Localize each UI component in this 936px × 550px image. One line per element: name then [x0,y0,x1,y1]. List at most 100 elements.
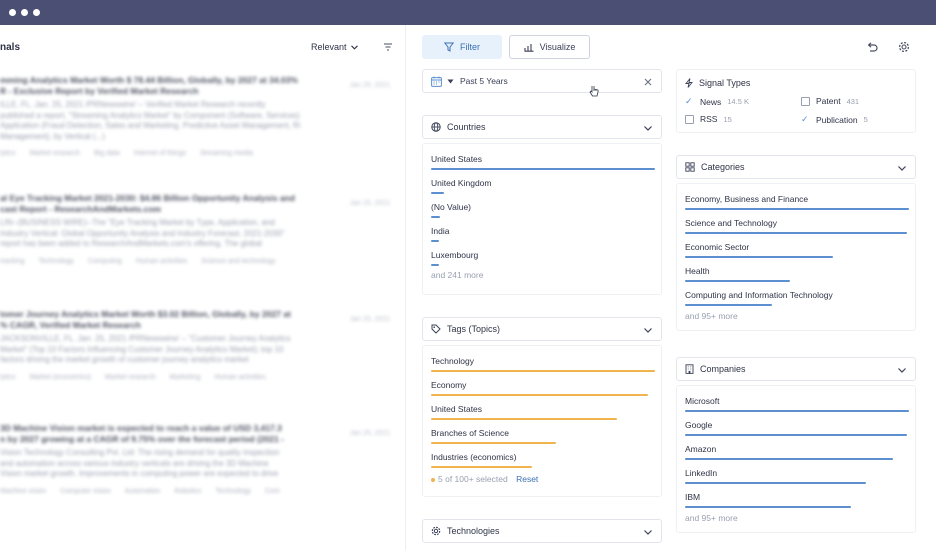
company-bar [685,410,909,412]
category-item[interactable]: Economy, Business and Finance [685,194,808,204]
results-title: nals [0,42,21,53]
checkmark-icon[interactable]: ✓ [801,114,810,125]
result-snippet: factors driving the market growth of cus… [0,355,249,364]
technologies-header[interactable]: Technologies [422,519,662,543]
tag-item[interactable]: United States [431,404,482,414]
category-bar [685,232,907,234]
result-title[interactable]: mming Analytics Market Worth $ 78.44 Bil… [0,75,300,86]
result-card[interactable]: tomer Journey Analytics Market Worth $3.… [0,309,400,381]
category-item[interactable]: Health [685,266,710,276]
window-minimize-dot[interactable] [21,9,28,16]
countries-header[interactable]: Countries [422,115,662,139]
undo-icon[interactable] [866,41,878,53]
result-tag[interactable]: Market research [105,374,156,381]
result-tags: lytics Market (economics) Market researc… [0,374,400,381]
result-title-line[interactable]: R - Exclusive Report by Verified Market … [0,86,300,97]
companies-header[interactable]: Companies [676,357,916,381]
company-item[interactable]: Google [685,420,712,430]
signal-type-publication[interactable]: ✓ Publication 5 [801,114,868,125]
result-tags: tracking Technology Computing Human acti… [0,258,400,265]
result-tag[interactable]: Big data [94,150,120,157]
visualize-button[interactable]: Visualize [509,35,590,59]
result-tag[interactable]: lytics [0,150,16,157]
window-close-dot[interactable] [9,9,16,16]
company-item[interactable]: LinkedIn [685,468,717,478]
result-title[interactable]: tomer Journey Analytics Market Worth $3.… [0,309,300,320]
window-maximize-dot[interactable] [33,9,40,16]
result-snippet: Vision market growth. Improvements in co… [0,469,279,478]
checkbox-empty-icon[interactable] [685,114,694,124]
result-tag[interactable]: Market research [30,150,81,157]
sort-dropdown[interactable]: Relevant [311,42,358,52]
chevron-down-icon [898,166,906,171]
caret-down-icon [447,79,454,83]
checkbox-empty-icon[interactable] [801,96,810,106]
country-item[interactable]: India [431,226,449,236]
country-item[interactable]: Luxembourg [431,250,478,260]
result-tag[interactable]: Streaming media [200,150,253,157]
result-tag[interactable]: Computing [88,258,122,265]
result-card[interactable]: 3D Machine Vision market is expected to … [0,423,400,495]
result-tag[interactable]: Science and technology [201,258,275,265]
result-tag[interactable]: Computer vision [60,488,111,495]
result-tag[interactable]: Machine vision [0,488,46,495]
result-title-line[interactable]: n by 2027 growing at a CAGR of 9.75% ove… [0,434,300,445]
result-title[interactable]: 3D Machine Vision market is expected to … [0,423,300,434]
tag-item[interactable]: Branches of Science [431,428,509,438]
tags-header[interactable]: Tags (Topics) [422,317,662,341]
result-tag[interactable]: Com [265,488,280,495]
country-bar [431,168,655,170]
tags-list: Technology Economy United States Branche… [422,345,662,497]
signal-type-patent[interactable]: Patent 431 [801,96,859,106]
signal-types-panel: Signal Types ✓ News 14.5 K Patent 431 RS… [676,69,916,133]
close-icon[interactable] [644,78,652,86]
signal-type-rss[interactable]: RSS 15 [685,114,732,124]
company-item[interactable]: Microsoft [685,396,719,406]
result-tag[interactable]: Human activities [136,258,187,265]
country-item[interactable]: United Kingdom [431,178,491,188]
result-title-line[interactable]: cast Report - ResearchAndMarkets.com [0,204,300,215]
result-tag[interactable]: Internet of things [134,150,186,157]
companies-more-link[interactable]: and 95+ more [685,513,738,523]
result-tag[interactable]: Technology [216,488,251,495]
category-item[interactable]: Computing and Information Technology [685,290,833,300]
checkmark-icon[interactable]: ✓ [685,96,694,107]
result-title[interactable]: al Eye Tracking Market 2021-2030: $4.86 … [0,193,300,204]
filter-button[interactable]: Filter [422,35,502,59]
result-tag[interactable]: Market (economics) [30,374,91,381]
country-item[interactable]: (No Value) [431,202,471,212]
mouse-cursor-icon [589,86,599,97]
result-tag[interactable]: tracking [0,258,25,265]
result-card[interactable]: mming Analytics Market Worth $ 78.44 Bil… [0,75,400,157]
company-item[interactable]: Amazon [685,444,716,454]
chart-icon [524,44,534,52]
sort-order-icon[interactable] [383,42,393,52]
result-tags: lytics Market research Big data Internet… [0,150,400,157]
result-tag[interactable]: Human activities [214,374,265,381]
filter-icon [444,42,454,52]
result-tag[interactable]: Robotics [174,488,201,495]
country-item[interactable]: United States [431,154,482,164]
category-item[interactable]: Economic Sector [685,242,749,252]
result-title-line[interactable]: % CAGR, Verified Market Research [0,320,300,331]
result-card[interactable]: al Eye Tracking Market 2021-2030: $4.86 … [0,193,400,265]
categories-title: Categories [701,162,745,172]
lightning-icon [685,78,693,88]
company-item[interactable]: IBM [685,492,700,502]
result-tag[interactable]: lytics [0,374,16,381]
tags-reset-link[interactable]: Reset [516,474,538,484]
tag-item[interactable]: Industries (economics) [431,452,517,462]
result-tag[interactable]: Automation [125,488,160,495]
result-tag[interactable]: Marketing [170,374,201,381]
categories-more-link[interactable]: and 95+ more [685,311,738,321]
date-range-select[interactable]: Past 5 Years [422,69,662,97]
categories-header[interactable]: Categories [676,155,916,179]
result-tag[interactable]: Technology [39,258,74,265]
signal-type-news[interactable]: ✓ News 14.5 K [685,96,749,107]
tag-item[interactable]: Economy [431,380,466,390]
tag-item[interactable]: Technology [431,356,474,366]
countries-more-link[interactable]: and 241 more [431,270,483,280]
category-bar [685,208,909,210]
category-item[interactable]: Science and Technology [685,218,777,228]
gear-icon[interactable] [898,41,910,53]
